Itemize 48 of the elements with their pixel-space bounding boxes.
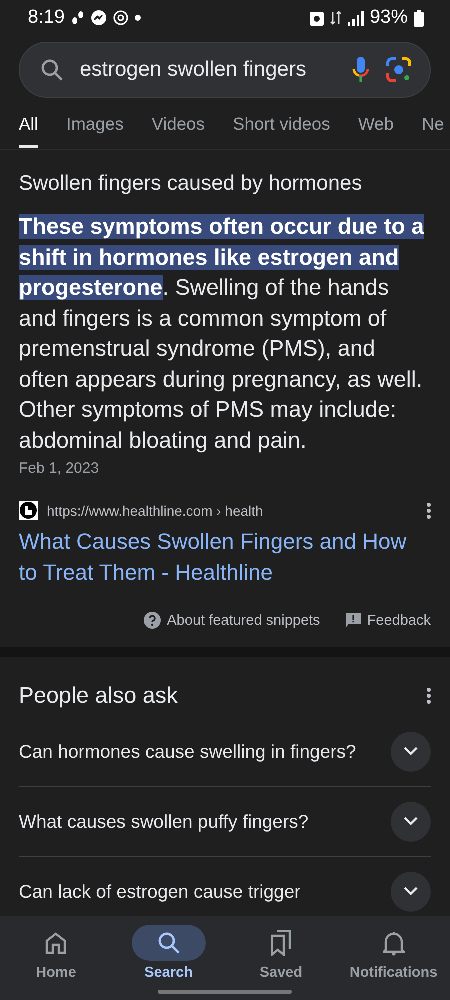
snippet-date: Feb 1, 2023 <box>19 460 100 477</box>
feedback-link[interactable]: Feedback <box>367 612 431 628</box>
data-arrows-icon <box>330 10 342 26</box>
expand-button[interactable] <box>391 802 431 842</box>
chevron-down-icon <box>404 817 418 826</box>
section-heading: People also ask <box>19 683 178 709</box>
filter-tab[interactable]: Ne <box>422 110 444 148</box>
snippet-heading: Swollen fingers caused by hormones <box>19 172 364 196</box>
filter-tab[interactable]: Images <box>66 110 124 148</box>
messenger-icon <box>90 10 107 26</box>
camera-lens-icon[interactable] <box>386 57 412 83</box>
expand-button[interactable] <box>391 732 431 772</box>
search-bar[interactable]: estrogen swollen fingers <box>19 42 431 98</box>
filter-tab[interactable]: Videos <box>152 110 206 148</box>
nav-tab[interactable]: Home <box>0 916 112 1000</box>
filter-tab[interactable]: Short videos <box>233 110 330 148</box>
battery-icon <box>414 10 424 26</box>
battery-percentage: 93% <box>370 7 408 29</box>
source-url: https://www.healthline.com › health <box>47 502 264 518</box>
nav-tab[interactable]: Search <box>112 916 225 1000</box>
filter-tab[interactable]: Web <box>358 110 394 148</box>
site-logo-icon <box>19 501 38 520</box>
search-input[interactable]: estrogen swollen fingers <box>80 58 336 82</box>
snippet-text: These symptoms often occur due to a shift in hormones like estrogen and progesterone. Swelling of the hands and fingers is a common symptom of premenstrual syndrome (PMS), and often appears during pregnancy, as well. Other symptoms of PMS may include: abdominal bloating and pain. <box>19 213 426 455</box>
expand-button[interactable] <box>391 872 431 912</box>
result-title-link[interactable]: What Causes Swollen Fingers and How to Treat Them - Healthline <box>19 526 431 588</box>
chevron-down-icon <box>404 747 418 756</box>
nav-tab[interactable]: Saved <box>225 916 338 1000</box>
more-options-icon[interactable] <box>427 688 431 704</box>
feedback-icon <box>346 613 362 628</box>
help-icon <box>144 612 162 629</box>
search-icon <box>40 58 64 82</box>
filter-tab[interactable]: All <box>19 110 38 148</box>
search-icon <box>156 931 181 955</box>
microphone-icon[interactable] <box>352 56 370 84</box>
more-options-icon[interactable] <box>427 502 431 518</box>
question-text[interactable]: What causes swollen puffy fingers? <box>19 810 309 832</box>
bookmarks-icon <box>271 930 292 956</box>
clock-time: 8:19 <box>28 7 65 29</box>
dot-icon <box>134 15 141 21</box>
question-text[interactable]: Can hormones cause swelling in fingers? <box>19 740 356 762</box>
question-text[interactable]: Can lack of estrogen cause trigger <box>19 880 301 902</box>
chevron-down-icon <box>404 887 418 896</box>
bell-icon <box>382 930 405 956</box>
home-icon <box>45 932 68 954</box>
about-snippets-link[interactable]: About featured snippets <box>167 612 320 628</box>
nav-tab[interactable]: Notifications <box>338 916 450 1000</box>
signal-icon <box>348 10 364 26</box>
